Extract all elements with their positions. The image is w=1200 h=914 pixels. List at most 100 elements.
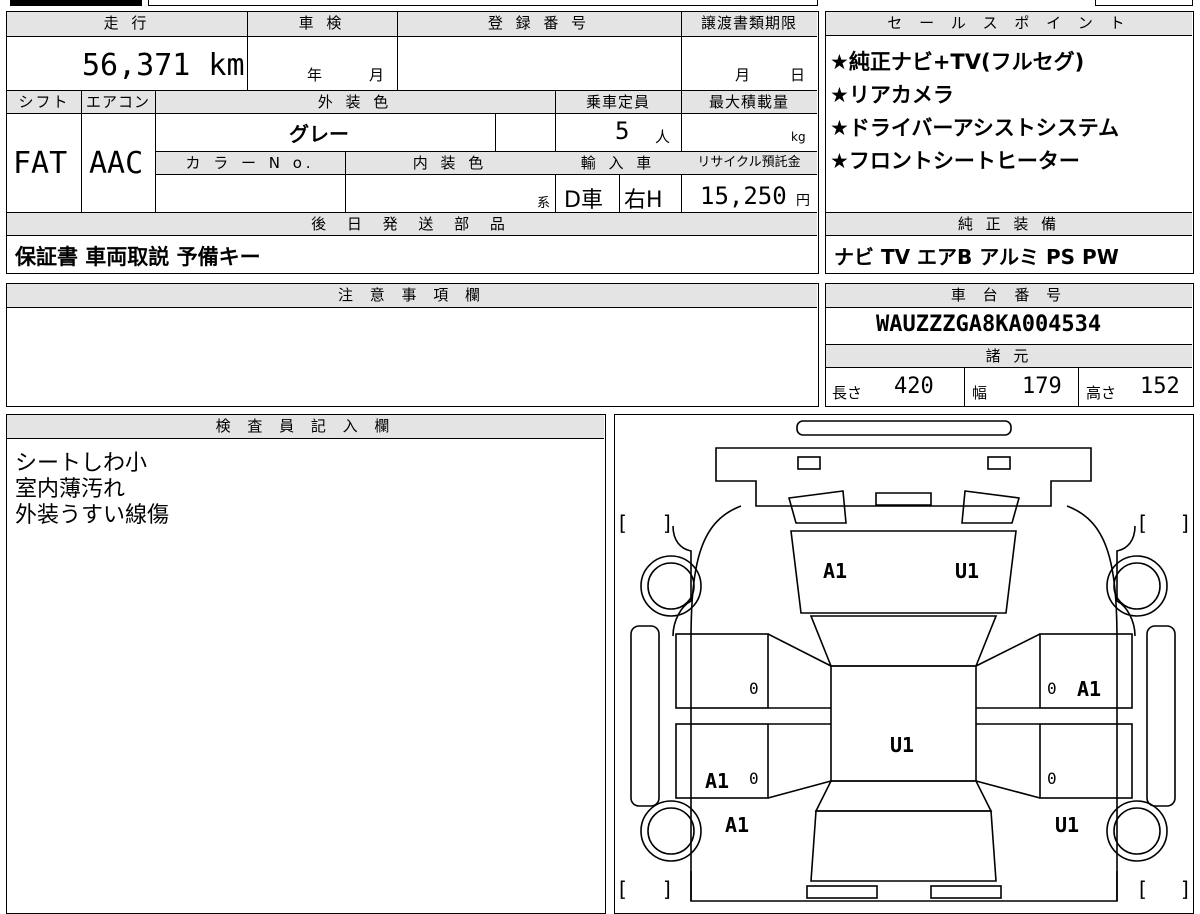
mileage-value: 56,371 km xyxy=(82,48,245,83)
length-value: 420 xyxy=(894,374,934,399)
mark-hood-right: U1 xyxy=(955,559,980,583)
rear-plate-right xyxy=(930,885,1002,899)
side-sill-left xyxy=(630,625,660,807)
parts-header: 後 日 発 送 部 品 xyxy=(311,215,513,233)
shift-value: FAT xyxy=(13,146,68,181)
mark-rear-door-right-0: 0 xyxy=(1047,769,1057,788)
bracket-front-right-open: [ xyxy=(1139,511,1147,535)
front-bumper xyxy=(715,447,1092,507)
mark-rear-door-left-a1: A1 xyxy=(705,769,730,793)
front-fender-left xyxy=(672,525,692,637)
rear-window xyxy=(814,780,993,812)
max-load-unit: kg xyxy=(791,130,806,144)
deadline-month: 月 xyxy=(735,66,751,84)
shift-header: シフト xyxy=(18,93,70,111)
trunk xyxy=(810,810,997,882)
sales-point-3: ★ドライバーアシストシステム xyxy=(830,116,1120,140)
car-diagram-box: [ ] [ ] [ ] [ ] A1 U1 0 0 A1 U1 A1 0 0 A… xyxy=(614,414,1194,914)
mark-hood-left: A1 xyxy=(823,559,848,583)
grille xyxy=(875,492,932,506)
inspection-header: 車 検 xyxy=(298,14,346,32)
import-header: 輸 入 車 xyxy=(580,154,656,172)
headlight-left xyxy=(787,490,847,524)
mark-roof: U1 xyxy=(890,733,915,757)
bracket-rear-left-open: [ xyxy=(619,877,627,901)
mark-rear-left: A1 xyxy=(725,813,750,837)
length-label: 長さ xyxy=(832,384,863,402)
vehicle-info-table: 走 行 車 検 登 録 番 号 譲渡書類期限 56,371 km 年 月 月 日… xyxy=(6,11,819,274)
registration-header: 登 録 番 号 xyxy=(487,14,591,32)
height-label: 高さ xyxy=(1086,384,1117,402)
bracket-front-left-close: ] xyxy=(663,511,671,535)
rear-bumper xyxy=(690,871,1118,902)
wheel-rear-left xyxy=(640,800,702,862)
mark-rear-right: U1 xyxy=(1055,813,1080,837)
front-fender-right xyxy=(1116,525,1136,637)
fog-light-right xyxy=(987,456,1011,470)
body-outline xyxy=(690,505,1118,901)
chassis-specs-box: 車 台 番 号 WAUZZZGA8KA004534 諸 元 長さ 420 幅 1… xyxy=(825,283,1194,407)
capacity-header: 乗車定員 xyxy=(585,93,650,111)
bracket-rear-left-close: ] xyxy=(663,877,671,901)
recycle-fee: 15,250 xyxy=(700,182,787,210)
width-label: 幅 xyxy=(972,384,988,402)
front-bumper-bar xyxy=(796,420,1012,436)
genuine-equipment-header: 純 正 装 備 xyxy=(957,215,1061,233)
recycle-unit: 円 xyxy=(796,193,810,209)
bracket-rear-right-open: [ xyxy=(1139,877,1147,901)
wheel-rear-right xyxy=(1106,800,1168,862)
wheel-front-left xyxy=(640,555,702,617)
height-value: 152 xyxy=(1140,374,1180,399)
transfer-deadline-header: 譲渡書類期限 xyxy=(700,14,797,32)
car-diagram xyxy=(630,420,1176,902)
width-value: 179 xyxy=(1022,374,1062,399)
exterior-color-header: 外 装 色 xyxy=(317,93,393,111)
chassis-header: 車 台 番 号 xyxy=(826,284,1192,308)
inspection-year: 年 xyxy=(307,66,323,84)
side-sill-right xyxy=(1146,625,1176,807)
genuine-equipment-value: ナビ TV エアB アルミ PS PW xyxy=(834,245,1119,269)
pillar-left xyxy=(767,633,832,799)
sales-points-header: セ ー ル ス ポ イ ン ト xyxy=(826,12,1192,36)
inspector-box: 検 査 員 記 入 欄 シートしわ小 室内薄汚れ 外装うすい線傷 xyxy=(6,414,606,914)
pillar-right xyxy=(975,633,1041,799)
deadline-day: 日 xyxy=(790,66,806,84)
mark-rear-door-left-0: 0 xyxy=(749,769,759,788)
roof xyxy=(830,665,977,782)
chassis-number: WAUZZZGA8KA004534 xyxy=(876,312,1102,337)
sales-point-1: ★純正ナビ+TV(フルセグ) xyxy=(830,50,1085,74)
notes-header: 注 意 事 項 欄 xyxy=(7,284,817,308)
notes-box: 注 意 事 項 欄 xyxy=(6,283,819,407)
bracket-front-left-open: [ xyxy=(619,511,627,535)
aircon-header: エアコン xyxy=(85,93,150,111)
aircon-value: AAC xyxy=(89,146,144,181)
inspection-month: 月 xyxy=(369,66,385,84)
max-load-header: 最大積載量 xyxy=(708,93,789,111)
parts-value: 保証書 車両取説 予備キー xyxy=(15,245,261,269)
specs-header: 諸 元 xyxy=(985,347,1033,365)
interior-suffix: 系 xyxy=(537,196,551,211)
interior-color-header: 内 装 色 xyxy=(412,154,488,172)
headlight-right xyxy=(961,490,1021,524)
mark-front-door-left: 0 xyxy=(749,679,759,698)
top-strip-black xyxy=(10,0,142,6)
recycle-header: リサイクル預託金 xyxy=(697,155,801,170)
fog-light-left xyxy=(797,456,821,470)
mileage-header: 走 行 xyxy=(103,14,151,32)
bracket-rear-right-close: ] xyxy=(1181,877,1189,901)
mark-front-door-right-a1: A1 xyxy=(1077,677,1102,701)
mark-front-door-right-0: 0 xyxy=(1047,679,1057,698)
sales-point-2: ★リアカメラ xyxy=(830,83,954,107)
color-no-header: カ ラ ー N o. xyxy=(185,154,315,172)
bracket-front-right-close: ] xyxy=(1181,511,1189,535)
rear-plate xyxy=(806,885,878,899)
sales-points-box: セ ー ル ス ポ イ ン ト ★純正ナビ+TV(フルセグ) ★リアカメラ ★ド… xyxy=(825,11,1194,274)
sales-point-4: ★フロントシートヒーター xyxy=(830,149,1080,173)
wheel-front-right xyxy=(1106,555,1168,617)
top-strip-box-right xyxy=(1095,0,1193,6)
capacity-unit: 人 xyxy=(655,128,671,146)
handle-side: 右H xyxy=(624,188,663,213)
windshield xyxy=(809,615,998,667)
inspector-line-3: 外装うすい線傷 xyxy=(15,503,170,528)
capacity-value: 5 xyxy=(615,117,630,145)
